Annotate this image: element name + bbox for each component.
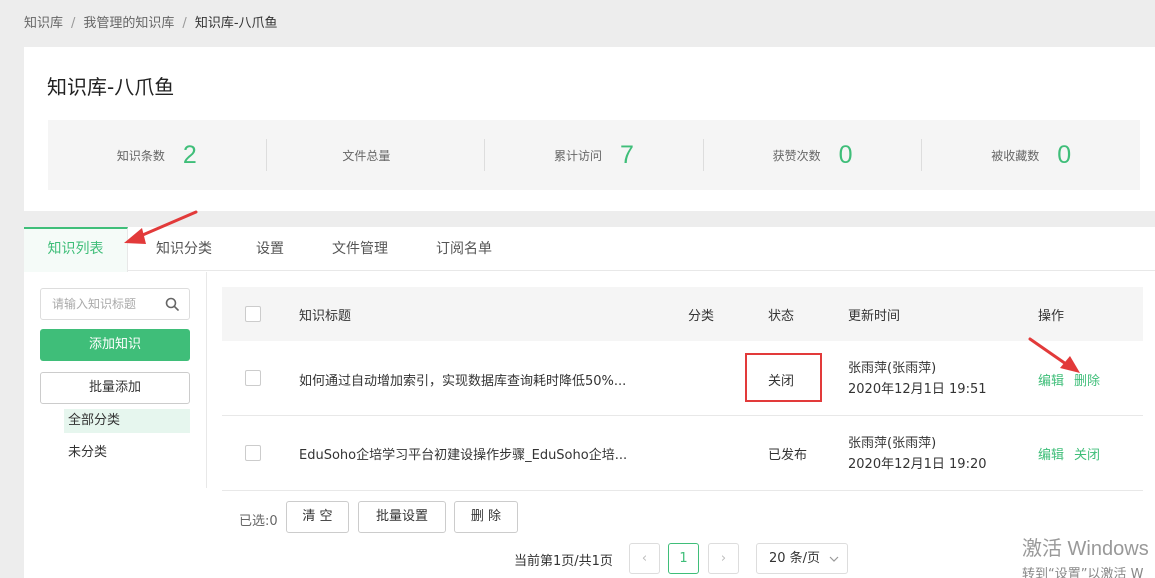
row-updater: 张雨萍(张雨萍) bbox=[848, 361, 937, 376]
breadcrumb-item-managed[interactable]: 我管理的知识库 bbox=[83, 12, 174, 31]
stat-label: 文件总量 bbox=[342, 148, 391, 163]
stat-value: 0 bbox=[838, 140, 853, 169]
watermark-line2: 转到“设置”以激活 W bbox=[1022, 567, 1144, 578]
tab-settings[interactable]: 设置 bbox=[246, 227, 294, 271]
column-status: 状态 bbox=[768, 309, 795, 324]
stats-bar: 知识条数 2 文件总量 累计访问 7 获赞次数 0 被收藏数 0 bbox=[48, 120, 1140, 190]
knowledge-base-header: 知识库-八爪鱼 知识条数 2 文件总量 累计访问 7 获赞次数 0 被收藏数 0 bbox=[24, 47, 1155, 211]
column-title: 知识标题 bbox=[299, 309, 352, 324]
stat-label: 累计访问 bbox=[554, 148, 603, 163]
category-all[interactable]: 全部分类 bbox=[64, 409, 190, 433]
column-category: 分类 bbox=[688, 309, 715, 324]
column-actions: 操作 bbox=[1038, 309, 1065, 324]
row-updated-at: 2020年12月1日 19:20 bbox=[848, 457, 987, 472]
batch-settings-button[interactable]: 批量设置 bbox=[358, 501, 446, 533]
breadcrumb: 知识库 / 我管理的知识库 / 知识库-八爪鱼 bbox=[24, 12, 278, 31]
breadcrumb-item-knowledge[interactable]: 知识库 bbox=[24, 12, 63, 31]
delete-link[interactable]: 删除 bbox=[1074, 370, 1100, 389]
close-link[interactable]: 关闭 bbox=[1074, 444, 1100, 463]
page-info: 当前第1页/共1页 bbox=[514, 554, 613, 569]
selected-count: 已选:0 bbox=[239, 514, 278, 529]
status-badge: 已发布 bbox=[768, 448, 808, 463]
stat-value: 7 bbox=[620, 140, 634, 169]
select-all-checkbox[interactable] bbox=[245, 306, 261, 322]
column-updated: 更新时间 bbox=[848, 309, 901, 324]
knowledge-title-link[interactable]: 如何通过自动增加索引，实现数据库查询耗时降低50%... bbox=[299, 370, 626, 389]
chevron-down-icon bbox=[829, 556, 839, 562]
row-checkbox[interactable] bbox=[245, 370, 261, 386]
table-row: EduSoho企培学习平台初建设操作步骤_EduSoho企培... 已发布 张雨… bbox=[222, 416, 1143, 491]
tab-bar: 知识列表 知识分类 设置 文件管理 订阅名单 bbox=[24, 227, 1155, 272]
windows-activation-watermark: 激活 Windows 转到“设置”以激活 W bbox=[1022, 532, 1149, 578]
table-row: 如何通过自动增加索引，实现数据库查询耗时降低50%... 关闭 张雨萍(张雨萍)… bbox=[222, 341, 1143, 416]
prev-page-button[interactable]: ‹ bbox=[629, 543, 660, 574]
status-badge: 关闭 bbox=[768, 374, 795, 389]
category-sidebar: 添加知识 批量添加 全部分类 未分类 bbox=[24, 272, 207, 488]
tab-knowledge-list[interactable]: 知识列表 bbox=[24, 227, 128, 272]
breadcrumb-separator: / bbox=[182, 16, 187, 31]
stat-file-total: 文件总量 bbox=[267, 139, 486, 171]
breadcrumb-item-current: 知识库-八爪鱼 bbox=[194, 16, 278, 31]
page-title: 知识库-八爪鱼 bbox=[47, 75, 175, 99]
tab-file-management[interactable]: 文件管理 bbox=[324, 227, 396, 271]
stat-label: 被收藏数 bbox=[991, 148, 1040, 163]
table-header: 知识标题 分类 状态 更新时间 操作 bbox=[222, 287, 1143, 341]
page-size-value: 20 条/页 bbox=[769, 551, 821, 566]
knowledge-title-link[interactable]: EduSoho企培学习平台初建设操作步骤_EduSoho企培... bbox=[299, 444, 627, 463]
page-number-current[interactable]: 1 bbox=[668, 543, 699, 574]
next-page-button[interactable]: › bbox=[708, 543, 739, 574]
row-updater: 张雨萍(张雨萍) bbox=[848, 436, 937, 451]
stat-item-count: 知识条数 2 bbox=[48, 139, 267, 171]
search-icon[interactable] bbox=[165, 297, 179, 311]
clear-button[interactable]: 清 空 bbox=[286, 501, 349, 533]
stat-visits: 累计访问 7 bbox=[485, 139, 704, 171]
stat-favorites: 被收藏数 0 bbox=[922, 139, 1140, 171]
category-uncategorized[interactable]: 未分类 bbox=[64, 441, 190, 465]
row-updated-at: 2020年12月1日 19:51 bbox=[848, 382, 987, 397]
tab-knowledge-category[interactable]: 知识分类 bbox=[142, 227, 226, 271]
delete-button[interactable]: 删 除 bbox=[454, 501, 518, 533]
stat-value: 2 bbox=[182, 140, 197, 169]
search-input[interactable] bbox=[41, 289, 161, 319]
tab-subscribers[interactable]: 订阅名单 bbox=[428, 227, 500, 271]
stat-likes: 获赞次数 0 bbox=[704, 139, 923, 171]
main-panel: 知识列表 知识分类 设置 文件管理 订阅名单 添加知识 批量添加 全部分类 未分… bbox=[24, 227, 1155, 578]
search-box bbox=[40, 288, 190, 320]
row-checkbox[interactable] bbox=[245, 445, 261, 461]
edit-link[interactable]: 编辑 bbox=[1038, 444, 1064, 463]
edit-link[interactable]: 编辑 bbox=[1038, 370, 1064, 389]
add-knowledge-button[interactable]: 添加知识 bbox=[40, 329, 190, 361]
page-size-select[interactable]: 20 条/页 bbox=[756, 543, 848, 574]
stat-label: 获赞次数 bbox=[772, 148, 821, 163]
stat-value: 0 bbox=[1057, 140, 1072, 169]
batch-add-button[interactable]: 批量添加 bbox=[40, 372, 190, 404]
watermark-line1: 激活 Windows bbox=[1022, 538, 1149, 560]
breadcrumb-separator: / bbox=[71, 16, 76, 31]
stat-label: 知识条数 bbox=[116, 148, 165, 163]
